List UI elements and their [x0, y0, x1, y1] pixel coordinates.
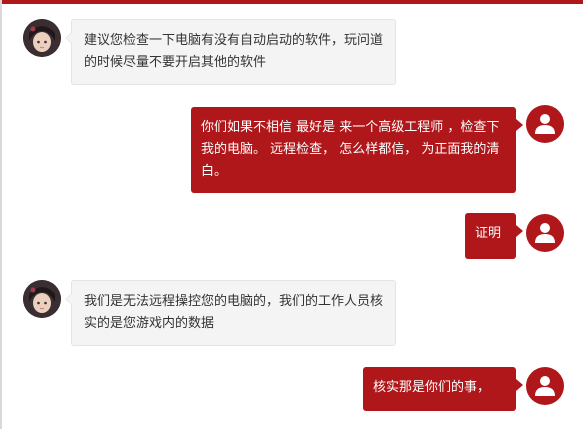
user-icon	[526, 105, 564, 143]
left-divider	[0, 0, 2, 429]
user-message-bubble: 证明	[465, 213, 523, 259]
user-message-bubble: 你们如果不相信 最好是 来一个高级工程师 ，检查下我的电脑。 远程检查， 怎么样…	[191, 107, 523, 193]
message-text: 证明	[475, 226, 502, 241]
user-icon	[526, 214, 564, 252]
top-accent-bar	[0, 0, 583, 4]
user-message-bubble: 核实那是你们的事，	[363, 367, 523, 411]
message-text: 我们是无法远程操控您的电脑的，我们的工作人员核实的是您游戏内的数据	[84, 294, 384, 331]
message-text: 建议您检查一下电脑有没有自动启动的软件，玩问道的时候尽量不要开启其他的软件	[84, 33, 384, 70]
support-message-bubble: 建议您检查一下电脑有没有自动启动的软件，玩问道的时候尽量不要开启其他的软件	[65, 19, 396, 85]
message-text: 核实那是你们的事，	[373, 380, 491, 395]
chat-window: 建议您检查一下电脑有没有自动启动的软件，玩问道的时候尽量不要开启其他的软件 你们…	[0, 0, 583, 429]
support-avatar-icon	[23, 280, 61, 318]
support-message-bubble: 我们是无法远程操控您的电脑的，我们的工作人员核实的是您游戏内的数据	[65, 280, 396, 346]
user-icon	[526, 367, 564, 405]
message-text: 你们如果不相信 最好是 来一个高级工程师 ，检查下我的电脑。 远程检查， 怎么样…	[201, 120, 500, 179]
support-avatar-icon	[23, 19, 61, 57]
